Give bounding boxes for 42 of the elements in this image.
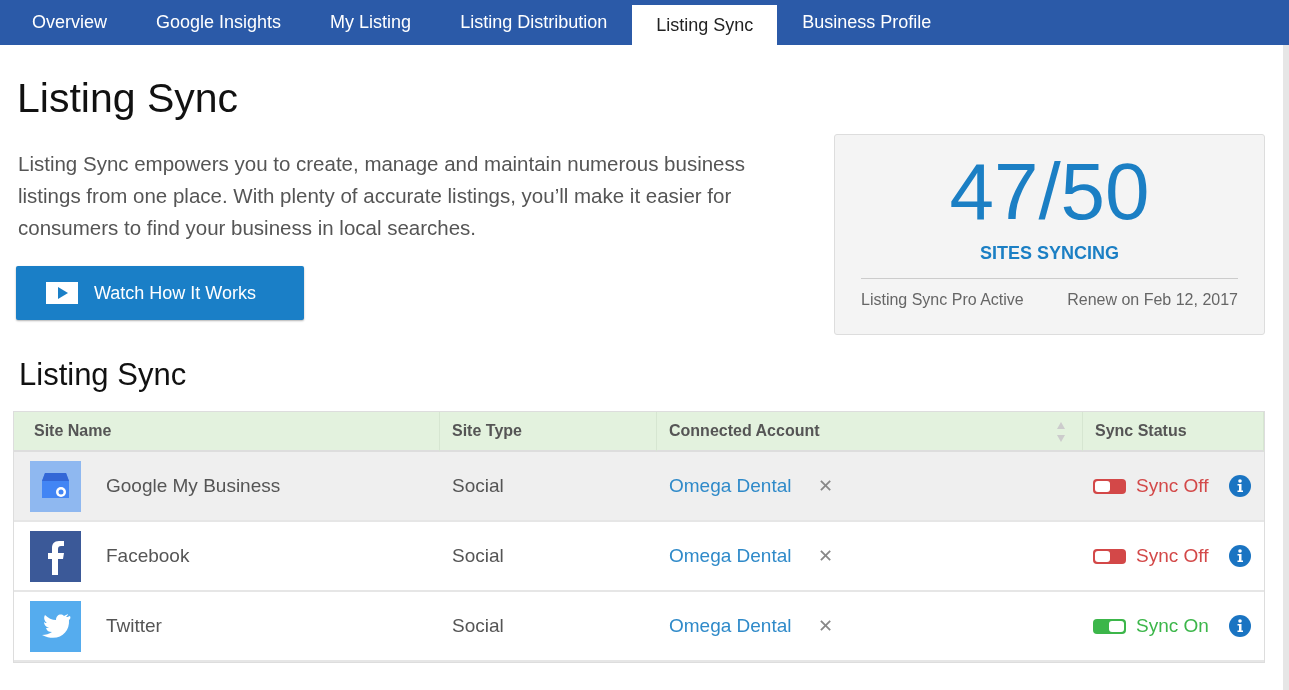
remove-icon[interactable]: ✕: [817, 545, 833, 567]
column-header[interactable]: Connected Account: [657, 412, 1083, 452]
nav-tab[interactable]: My Listing: [306, 0, 436, 45]
site-type: Social: [452, 615, 504, 637]
info-icon[interactable]: [1228, 475, 1251, 497]
account-link[interactable]: Omega Dental: [669, 545, 792, 567]
column-header: Site Type: [440, 412, 657, 452]
site-name: Twitter: [106, 615, 162, 637]
site-name: Google My Business: [106, 475, 281, 497]
info-icon[interactable]: [1228, 545, 1251, 567]
column-header: Sync Status: [1083, 412, 1264, 452]
nav-tab[interactable]: Listing Distribution: [436, 0, 632, 45]
play-icon: [46, 282, 78, 304]
nav-tab[interactable]: Business Profile: [778, 0, 956, 45]
twitter-logo-icon: [30, 600, 81, 652]
plan-status: Listing Sync Pro Active: [861, 291, 1024, 309]
renewal-date: Renew on Feb 12, 2017: [1067, 291, 1238, 309]
nav-tab[interactable]: Google Insights: [132, 0, 306, 45]
sync-toggle[interactable]: [1093, 478, 1126, 494]
nav-tab[interactable]: Overview: [8, 0, 131, 45]
sync-toggle[interactable]: [1093, 618, 1126, 634]
watch-button[interactable]: Watch How It Works: [16, 266, 304, 320]
remove-icon[interactable]: ✕: [817, 615, 833, 637]
page-title: Listing Sync: [17, 75, 240, 122]
sync-caption: SITES SYNCING: [980, 243, 1119, 264]
intro-paragraph: Listing Sync empowers you to create, manage and maintain numerous business listings from one place. With plenty of accurate listings, you’ll make it easier for consumers to find your business in local searches.: [18, 151, 746, 241]
account-link[interactable]: Omega Dental: [669, 615, 792, 637]
nav-tab[interactable]: Listing Sync: [632, 5, 778, 45]
info-icon[interactable]: [1228, 615, 1251, 637]
sync-toggle[interactable]: [1093, 548, 1126, 564]
section-title: Listing Sync: [19, 357, 188, 393]
facebook-logo-icon: [30, 530, 81, 582]
sync-status: Sync Off: [1136, 545, 1209, 567]
column-header: Site Name: [14, 412, 440, 452]
google-logo-icon: [30, 460, 81, 512]
site-type: Social: [452, 545, 504, 567]
site-name: Facebook: [106, 545, 190, 567]
sync-status: Sync Off: [1136, 475, 1209, 497]
site-type: Social: [452, 475, 504, 497]
sync-count: 47/50: [949, 147, 1150, 237]
account-link[interactable]: Omega Dental: [669, 475, 792, 497]
sync-status: Sync On: [1136, 615, 1209, 637]
